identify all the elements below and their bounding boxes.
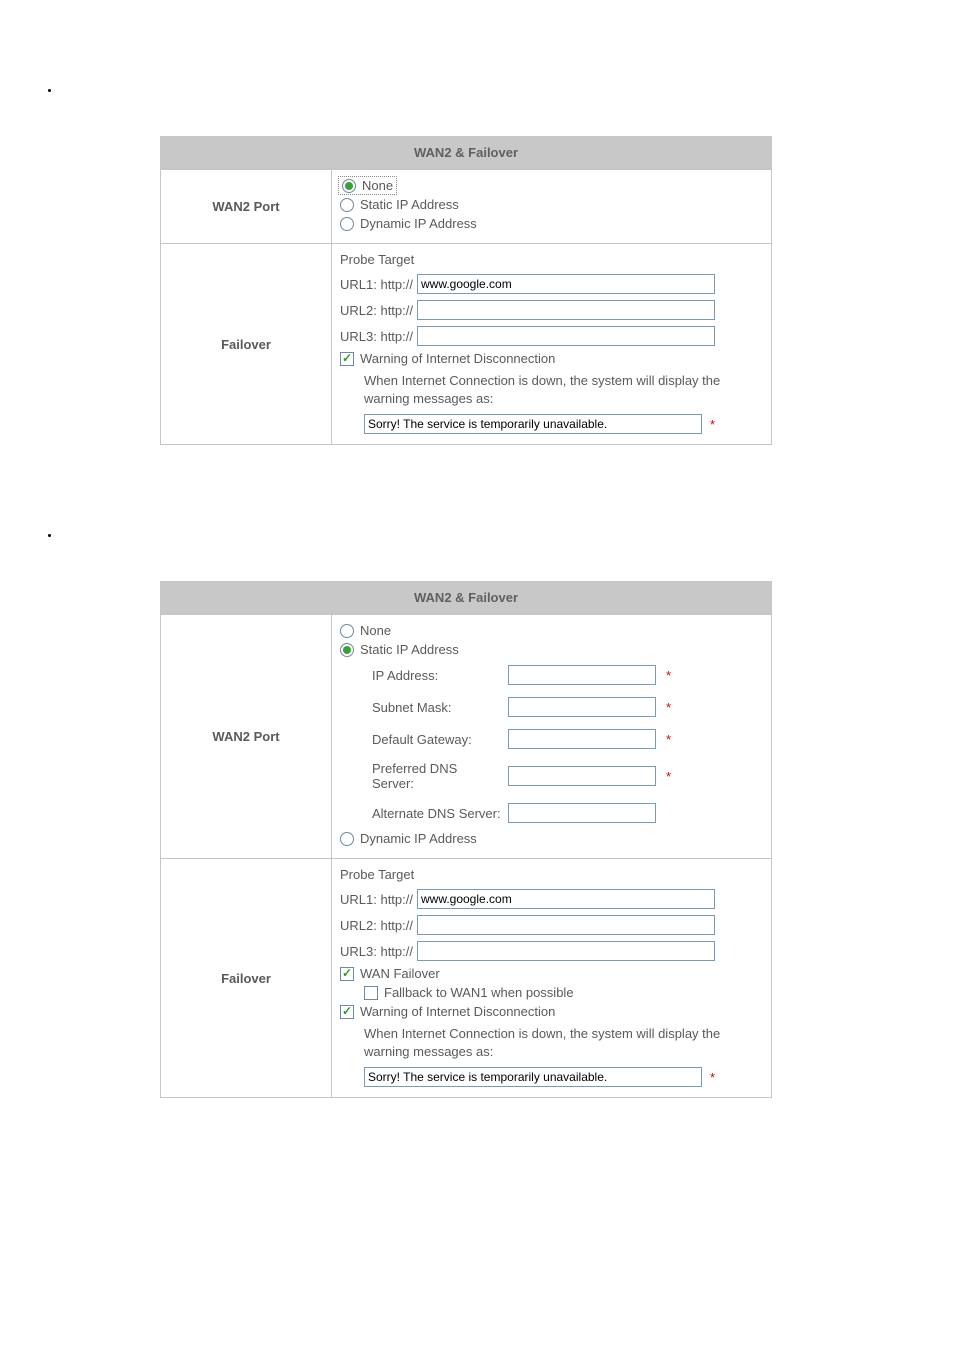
subnet-mask-label: Subnet Mask:: [372, 700, 502, 715]
warn-disconnect-checkbox[interactable]: [340, 1005, 354, 1019]
subnet-mask-input[interactable]: [508, 697, 656, 717]
alternate-dns-label: Alternate DNS Server:: [372, 806, 502, 821]
default-gateway-label: Default Gateway:: [372, 732, 502, 747]
required-asterisk: *: [710, 417, 715, 432]
wan2-dynamic-radio[interactable]: [340, 217, 354, 231]
warn-disconnect-label: Warning of Internet Disconnection: [360, 1004, 555, 1019]
required-asterisk: *: [666, 732, 671, 747]
url2-input[interactable]: [417, 915, 715, 935]
url2-label: URL2: http://: [340, 918, 413, 933]
panel-title: WAN2 & Failover: [161, 582, 771, 614]
wan2-static-label: Static IP Address: [360, 197, 459, 212]
failover-row: Failover Probe Target URL1: http:// URL2…: [161, 243, 771, 444]
warn-message-input[interactable]: [364, 414, 702, 434]
wan2-static-label: Static IP Address: [360, 642, 459, 657]
url1-input[interactable]: [417, 889, 715, 909]
warn-disconnect-checkbox[interactable]: [340, 352, 354, 366]
url3-label: URL3: http://: [340, 944, 413, 959]
probe-target-label: Probe Target: [340, 250, 763, 271]
wan2-static-radio[interactable]: [340, 198, 354, 212]
wan2-dynamic-label: Dynamic IP Address: [360, 831, 477, 846]
wan2-none-label: None: [360, 623, 391, 638]
url2-input[interactable]: [417, 300, 715, 320]
url1-label: URL1: http://: [340, 277, 413, 292]
required-asterisk: *: [666, 700, 671, 715]
url2-label: URL2: http://: [340, 303, 413, 318]
preferred-dns-input[interactable]: [508, 766, 656, 786]
panel-title: WAN2 & Failover: [161, 137, 771, 169]
wan2-port-label: WAN2 Port: [161, 615, 332, 858]
warn-message-input[interactable]: [364, 1067, 702, 1087]
wan-failover-checkbox[interactable]: [340, 967, 354, 981]
fallback-wan1-label: Fallback to WAN1 when possible: [384, 985, 574, 1000]
url1-label: URL1: http://: [340, 892, 413, 907]
required-asterisk: *: [666, 769, 671, 784]
wan2-none-label: None: [362, 178, 393, 193]
failover-label: Failover: [161, 859, 332, 1097]
url3-input[interactable]: [417, 326, 715, 346]
wan2-port-label: WAN2 Port: [161, 170, 332, 243]
wan2-none-radio[interactable]: [340, 624, 354, 638]
wan2-static-radio[interactable]: [340, 643, 354, 657]
url1-input[interactable]: [417, 274, 715, 294]
default-gateway-input[interactable]: [508, 729, 656, 749]
failover-row: Failover Probe Target URL1: http:// URL2…: [161, 858, 771, 1097]
wan2-port-row: WAN2 Port None Static IP Address IP Addr…: [161, 614, 771, 858]
required-asterisk: *: [710, 1070, 715, 1085]
url3-input[interactable]: [417, 941, 715, 961]
warn-desc-text: When Internet Connection is down, the sy…: [340, 368, 763, 411]
wan2-none-radio[interactable]: [342, 179, 356, 193]
wan2-dynamic-label: Dynamic IP Address: [360, 216, 477, 231]
warn-desc-text: When Internet Connection is down, the sy…: [340, 1021, 763, 1064]
alternate-dns-input[interactable]: [508, 803, 656, 823]
fallback-wan1-checkbox[interactable]: [364, 986, 378, 1000]
wan2-dynamic-radio[interactable]: [340, 832, 354, 846]
ip-address-label: IP Address:: [372, 668, 502, 683]
warn-disconnect-label: Warning of Internet Disconnection: [360, 351, 555, 366]
preferred-dns-label: Preferred DNS Server:: [372, 761, 502, 791]
url3-label: URL3: http://: [340, 329, 413, 344]
wan-failover-label: WAN Failover: [360, 966, 440, 981]
wan2-port-row: WAN2 Port None Static IP Address Dynamic…: [161, 169, 771, 243]
ip-address-input[interactable]: [508, 665, 656, 685]
wan2-failover-panel-2: WAN2 & Failover WAN2 Port None Static IP…: [160, 581, 772, 1098]
failover-label: Failover: [161, 244, 332, 444]
wan2-failover-panel-1: WAN2 & Failover WAN2 Port None Static IP…: [160, 136, 772, 445]
probe-target-label: Probe Target: [340, 865, 763, 886]
required-asterisk: *: [666, 668, 671, 683]
